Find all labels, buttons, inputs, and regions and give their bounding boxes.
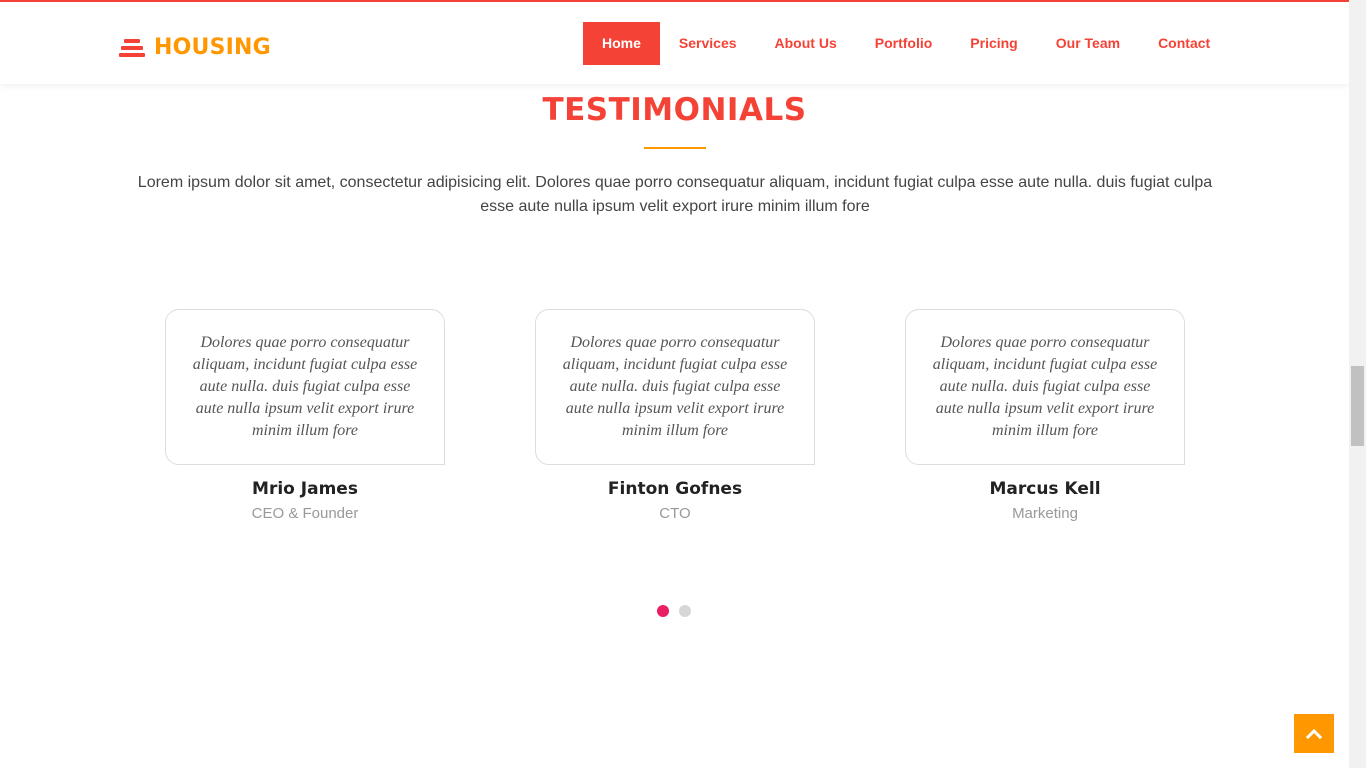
nav-item-contact[interactable]: Contact <box>1139 22 1229 65</box>
testimonial-quote: Dolores quae porro consequatur aliquam, … <box>192 334 418 439</box>
nav-item-services[interactable]: Services <box>660 22 756 65</box>
page-scrollbar[interactable] <box>1349 0 1366 768</box>
testimonial-card: Dolores quae porro consequatur aliquam, … <box>535 309 815 465</box>
brand-logo-link[interactable]: HOUSING <box>119 35 271 60</box>
page: HOUSING Home Services About Us Portfolio… <box>0 0 1349 768</box>
nav-item-our-team[interactable]: Our Team <box>1037 22 1139 65</box>
nav-item-about-us[interactable]: About Us <box>756 22 856 65</box>
testimonial-role: CEO & Founder <box>251 505 359 522</box>
nav-item-home[interactable]: Home <box>583 22 660 65</box>
testimonial-card: Dolores quae porro consequatur aliquam, … <box>165 309 445 465</box>
carousel-pagination <box>657 605 691 617</box>
testimonial-name: Mrio James <box>252 479 358 499</box>
section-intro: Lorem ipsum dolor sit amet, consectetur … <box>137 174 1213 215</box>
carousel-dot-2[interactable] <box>679 605 691 617</box>
main-nav: Home Services About Us Portfolio Pricing… <box>583 22 1229 65</box>
stacked-bars-icon <box>119 37 145 59</box>
site-header: HOUSING Home Services About Us Portfolio… <box>0 0 1349 84</box>
testimonial-quote: Dolores quae porro consequatur aliquam, … <box>562 334 788 439</box>
testimonial-role: CTO <box>659 505 691 522</box>
scrollbar-thumb[interactable] <box>1351 366 1364 446</box>
testimonial-card: Dolores quae porro consequatur aliquam, … <box>905 309 1185 465</box>
nav-item-portfolio[interactable]: Portfolio <box>856 22 952 65</box>
testimonial-role: Marketing <box>1012 505 1078 522</box>
brand-name: HOUSING <box>154 35 271 60</box>
testimonial-name: Marcus Kell <box>989 479 1101 499</box>
testimonial-name: Finton Gofnes <box>607 479 743 499</box>
back-to-top-button[interactable] <box>1294 714 1334 753</box>
testimonial-quote: Dolores quae porro consequatur aliquam, … <box>932 334 1158 439</box>
section-title: TESTIMONIALS <box>542 92 807 128</box>
title-divider <box>644 147 706 149</box>
carousel-dot-1[interactable] <box>657 605 669 617</box>
nav-item-pricing[interactable]: Pricing <box>951 22 1036 65</box>
chevron-up-icon <box>1306 728 1322 739</box>
